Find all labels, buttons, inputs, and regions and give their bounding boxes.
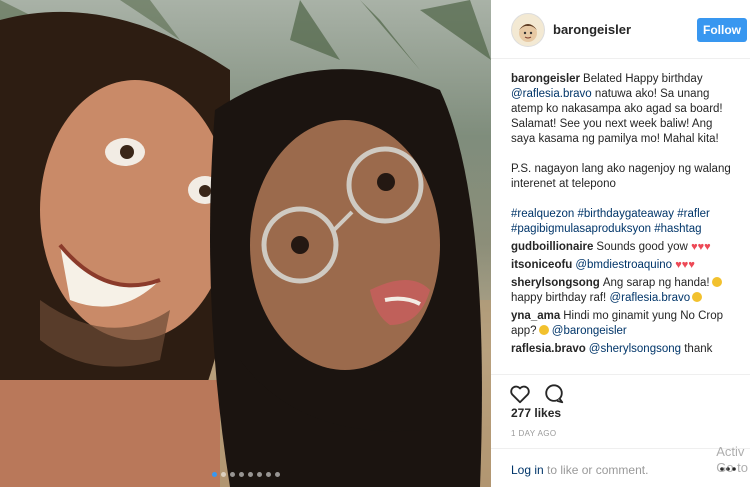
comment-item: gudboillionaire Sounds good yow ♥♥♥ [511,240,739,255]
carousel-indicator[interactable] [0,472,491,477]
action-bar [491,374,750,404]
comment-bubble-icon[interactable] [543,383,565,405]
caption-username[interactable]: barongeisler [511,73,580,85]
login-text: Log in to like or comment. [511,463,648,477]
comment-item: itsoniceofu @bmdiestroaquino ♥♥♥ [511,258,739,273]
comment-username[interactable]: sherylsongsong [511,277,600,289]
comments-list[interactable]: barongeisler Belated Happy birthday @rafl… [511,72,739,372]
comment-mention[interactable]: @bmdiestroaquino [575,259,672,271]
heart-emoji: ♥♥♥ [691,241,711,253]
carousel-dot[interactable] [256,472,262,477]
heart-emoji: ♥♥♥ [675,259,695,271]
carousel-dot[interactable] [247,472,253,477]
caption-text-start: Belated Happy birthday [583,73,703,85]
comment-text: happy birthday raf! [511,292,607,304]
hashtag[interactable]: #pagibigmulasaproduksyon [511,223,651,235]
carousel-dot[interactable] [229,472,235,477]
hashtag[interactable]: #rafler [677,208,710,220]
watermark-line-2: Go to [716,460,748,475]
hashtag[interactable]: #hashtag [654,223,701,235]
avatar[interactable] [511,13,545,47]
follow-button[interactable]: Follow [697,18,747,42]
comment-item: sherylsongsong Ang sarap ng handa! happy … [511,276,739,306]
post-sidebar: barongeisler Follow barongeisler Belated … [491,0,750,487]
caption-hashtags: #realquezon #birthdaygateaway #rafler #p… [511,207,739,237]
post-date[interactable]: 1 DAY AGO [511,429,557,438]
heart-outline-icon[interactable] [509,383,531,405]
smiley-emoji-icon [711,277,722,287]
comment-mention[interactable]: @barongeisler [552,325,627,337]
wink-emoji-icon [692,292,703,302]
comment-text: thank [684,343,713,355]
header-username[interactable]: barongeisler [553,22,631,37]
carousel-dot[interactable] [274,472,280,477]
comment-username[interactable]: raflesia.bravo [511,343,586,355]
post-caption: barongeisler Belated Happy birthday @rafl… [511,72,739,237]
hashtag[interactable]: #birthdaygateaway [578,208,675,220]
avatar-face-icon [519,24,537,42]
laughing-emoji-icon [538,325,549,335]
carousel-dot[interactable] [220,472,226,477]
carousel-dot[interactable] [211,472,217,477]
comment-username[interactable]: itsoniceofu [511,259,572,271]
likes-count[interactable]: 277 likes [511,406,561,420]
login-rest-text: to like or comment. [543,463,649,477]
caption-ps: P.S. nagayon lang ako nagenjoy ng walang… [511,163,731,190]
login-link[interactable]: Log in [511,463,544,477]
post-header: barongeisler Follow [491,0,750,59]
selfie-illustration [0,0,491,487]
comment-item: yna_ama Hindi mo ginamit yung No Crop app… [511,309,739,339]
caption-mention[interactable]: @raflesia.bravo [511,88,592,100]
comment-text: Ang sarap ng handa! [602,277,710,289]
comment-username[interactable]: yna_ama [511,310,560,322]
comment-text: Sounds good yow [596,241,688,253]
hashtag[interactable]: #realquezon [511,208,574,220]
login-prompt: Log in to like or comment. [491,448,750,488]
comment-username[interactable]: gudboillionaire [511,241,593,253]
carousel-dot[interactable] [238,472,244,477]
comment-mention[interactable]: @raflesia.bravo [609,292,690,304]
watermark-line-1: Activ [716,444,745,459]
windows-activation-watermark: Activ Go to [716,444,748,476]
comment-mention[interactable]: @sherylsongsong [589,343,681,355]
comment-item: raflesia.bravo @sherylsongsong thank [511,342,739,357]
post-photo[interactable] [0,0,491,487]
carousel-dot[interactable] [265,472,271,477]
